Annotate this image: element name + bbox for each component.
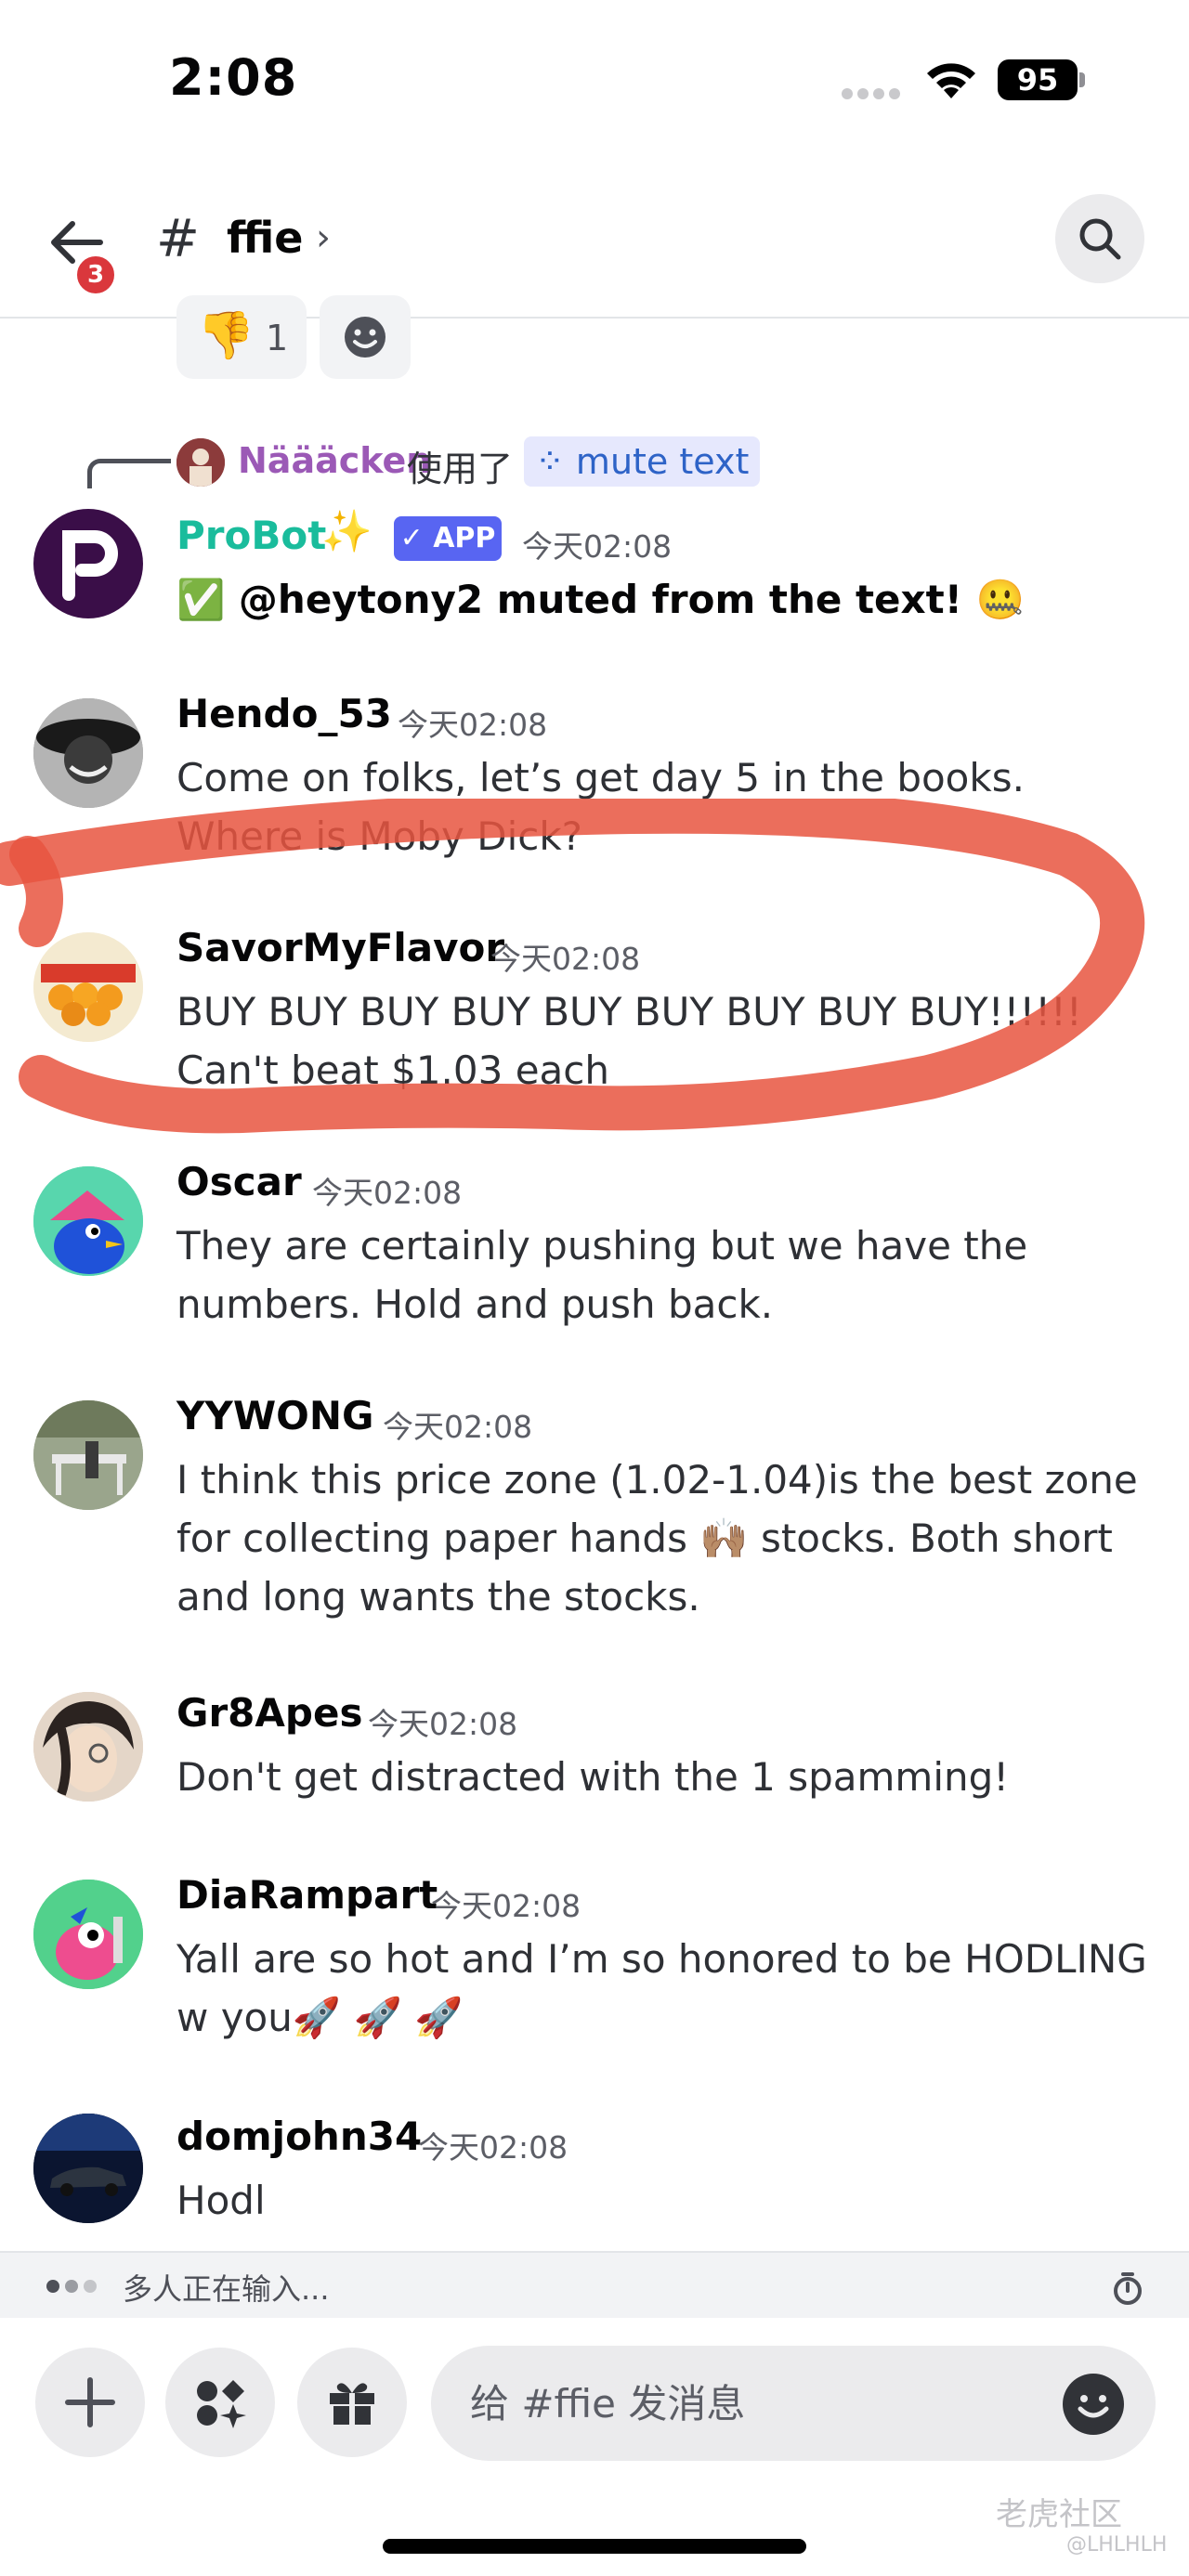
message-author[interactable]: DiaRampart [176,1872,438,1918]
message-text: Hodl [176,2178,266,2223]
cellular-signal-icon [842,85,907,99]
reply-connector [87,459,171,488]
avatar[interactable] [33,698,143,808]
typing-dots-icon [46,2279,102,2296]
app-badge: ✓ APP [394,516,502,561]
message-time: 今天02:08 [418,2129,568,2166]
message-text: Can't beat $1.03 each [176,1047,609,1093]
message-input[interactable] [470,2368,990,2439]
watermark-logo: 老虎社区 [996,2496,1122,2533]
stopwatch-icon[interactable] [1111,2270,1144,2307]
status-time: 2:08 [169,48,298,107]
thumbs-down-emoji: 👎 [197,308,255,362]
message-author[interactable]: Gr8Apes [176,1690,362,1736]
smiley-icon [1078,2395,1109,2418]
message-text: They are certainly pushing but we have t… [176,1223,1028,1327]
message-input-wrapper [431,2346,1156,2461]
status-bar: 2:08 95 [0,0,1189,158]
apps-icon [197,2380,246,2428]
message-author[interactable]: Hendo_53 [176,691,392,736]
typing-indicator: 多人正在输入... [0,2251,1189,2318]
message-author[interactable]: YYWONG [176,1393,373,1438]
battery-icon: 95 [998,59,1087,100]
message-author[interactable]: SavorMyFlavor [176,925,504,970]
message-text: Come on folks, let’s get day 5 in the bo… [176,755,1025,859]
plus-icon [65,2377,115,2427]
channel-header: 3 # ffie › [0,190,1189,319]
avatar[interactable] [33,1166,143,1276]
command-name: mute text [575,441,750,482]
typing-text: 多人正在输入... [123,2271,330,2307]
message-time: 今天02:08 [383,1409,533,1445]
message-time: 今天02:08 [431,1888,581,1924]
attach-button[interactable] [35,2348,145,2457]
message-text: Yall are so hot and I’m so honored to be… [176,1936,1147,2040]
avatar[interactable] [33,932,143,1042]
smiley-add-icon [345,317,385,358]
message-text: BUY BUY BUY BUY BUY BUY BUY BUY BUY!!!!!… [176,989,1082,1034]
message-author[interactable]: ProBot [176,513,326,558]
unread-badge: 3 [72,252,119,298]
gift-icon [330,2383,374,2425]
emoji-button[interactable] [1063,2374,1124,2435]
command-icon: ⁘ [535,441,576,482]
reaction-thumbs-down[interactable]: 👎 1 [176,295,307,379]
message-time: 今天02:08 [368,1706,518,1742]
message-text: ✅ @heytony2 muted from the text! 🤐 [176,577,1025,622]
message-author[interactable]: Oscar [176,1159,302,1204]
search-icon [1079,218,1121,260]
interaction-verb: 使用了 [407,449,514,489]
message-time: 今天02:08 [490,941,641,977]
avatar[interactable] [33,2114,143,2223]
sparkle-emoji: ✨ [321,508,372,555]
message-author[interactable]: domjohn34 [176,2114,422,2159]
battery-level: 95 [998,59,1078,100]
avatar[interactable] [33,1880,143,1989]
watermark-handle: @LHLHLH [1066,2533,1168,2556]
chevron-right-icon[interactable]: › [316,216,331,259]
reaction-count: 1 [266,318,289,358]
wifi-icon [927,63,975,98]
avatar[interactable] [176,438,225,487]
channel-name[interactable]: ffie [227,213,304,263]
message-text: Don't get distracted with the 1 spamming… [176,1754,1010,1800]
apps-button[interactable] [165,2348,275,2457]
slash-command-pill[interactable]: ⁘ mute text [524,436,761,487]
avatar[interactable] [33,1692,143,1802]
message-time: 今天02:08 [398,707,548,743]
interaction-user[interactable]: Näääcken [238,440,431,481]
message-composer [0,2318,1189,2576]
gift-button[interactable] [297,2348,407,2457]
avatar[interactable] [33,509,143,618]
search-button[interactable] [1055,194,1144,283]
message-text: I think this price zone (1.02-1.04)is th… [176,1457,1138,1620]
channel-hash-icon: # [156,209,200,269]
message-time: 今天02:08 [312,1175,463,1211]
avatar[interactable] [33,1400,143,1510]
message-time: 今天02:08 [522,528,673,565]
add-reaction-button[interactable] [320,295,411,379]
home-indicator[interactable] [383,2539,806,2554]
